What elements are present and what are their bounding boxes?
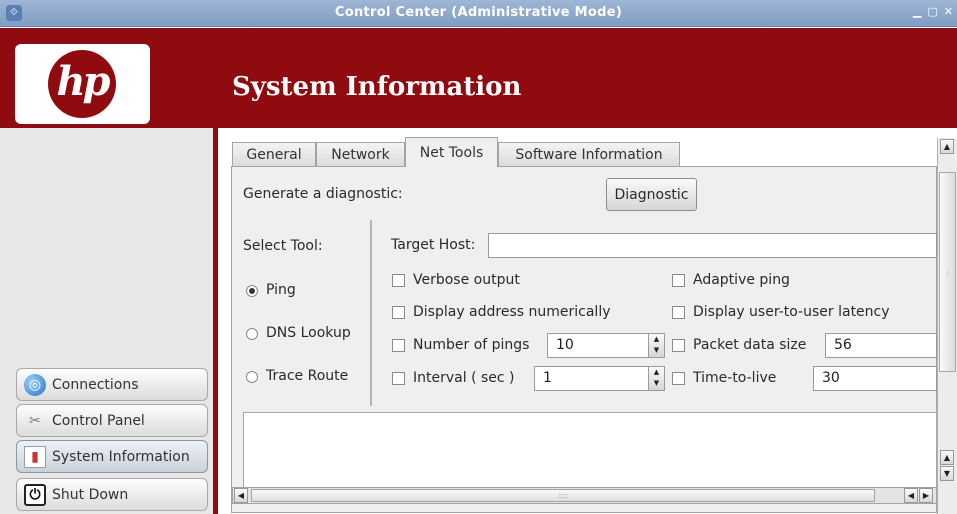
- page-title: System Information: [232, 72, 522, 102]
- vertical-scrollbar[interactable]: ▲ ⋮ ▲ ▼: [937, 138, 957, 514]
- number-of-pings-label: Number of pings: [413, 337, 530, 353]
- interval-stepper[interactable]: 1 ▲ ▼: [534, 366, 665, 391]
- spin-arrows-icon[interactable]: ▲ ▼: [649, 333, 665, 358]
- adaptive-ping-label: Adaptive ping: [693, 272, 790, 288]
- scroll-right-icon[interactable]: ▶: [919, 488, 933, 503]
- numeric-address-label: Display address numerically: [413, 304, 611, 320]
- power-icon: ⏻: [24, 483, 46, 506]
- target-host-input[interactable]: [488, 233, 937, 258]
- sidebar-item-shut-down[interactable]: ⏻ Shut Down: [16, 478, 208, 511]
- sidebar-item-connections[interactable]: ◎ Connections: [16, 368, 208, 401]
- number-of-pings-checkbox[interactable]: [392, 339, 405, 352]
- horizontal-scrollbar[interactable]: ◀ :::: ◀ ▶: [232, 487, 937, 504]
- user-latency-label: Display user-to-user latency: [693, 304, 890, 320]
- window-title: Control Center (Administrative Mode): [334, 5, 623, 20]
- tab-network[interactable]: Network: [316, 142, 405, 167]
- interval-label: Interval ( sec ): [413, 370, 515, 386]
- trace-route-radio[interactable]: [246, 371, 258, 383]
- interval-checkbox[interactable]: [392, 372, 405, 385]
- hp-logo: hp: [15, 44, 150, 124]
- globe-icon: ◎: [24, 373, 46, 396]
- window-titlebar: ⟐ Control Center (Administrative Mode) ▁…: [0, 0, 957, 27]
- sidebar-item-label: Control Panel: [52, 412, 145, 429]
- time-to-live-stepper[interactable]: 30: [813, 366, 937, 391]
- number-of-pings-stepper[interactable]: 10 ▲ ▼: [547, 333, 665, 358]
- sidebar-item-label: Connections: [52, 376, 139, 393]
- trace-route-label: Trace Route: [266, 368, 349, 384]
- vertical-scroll-thumb[interactable]: ⋮: [939, 172, 956, 372]
- user-latency-checkbox[interactable]: [672, 306, 685, 319]
- diagnostic-button[interactable]: Diagnostic: [606, 178, 697, 211]
- scroll-down-icon[interactable]: ▼: [940, 466, 954, 481]
- number-of-pings-value[interactable]: 10: [547, 333, 649, 358]
- system-info-icon: ▮: [24, 445, 46, 468]
- tab-software-information[interactable]: Software Information: [498, 142, 680, 167]
- numeric-address-checkbox[interactable]: [392, 306, 405, 319]
- horizontal-scroll-thumb[interactable]: ::::: [251, 489, 875, 502]
- verbose-output-label: Verbose output: [413, 272, 520, 288]
- sidebar-item-control-panel[interactable]: ✂ Control Panel: [16, 404, 208, 437]
- target-host-label: Target Host:: [391, 237, 476, 253]
- adaptive-ping-checkbox[interactable]: [672, 274, 685, 287]
- interval-value[interactable]: 1: [534, 366, 649, 391]
- spin-arrows-icon[interactable]: ▲ ▼: [649, 366, 665, 391]
- tool-separator: [370, 220, 372, 406]
- tools-icon: ✂: [29, 412, 41, 429]
- tab-net-tools[interactable]: Net Tools: [405, 137, 498, 167]
- ping-label: Ping: [266, 282, 296, 298]
- header-banner: hp System Information: [0, 28, 957, 128]
- scroll-up-icon[interactable]: ▲: [940, 139, 954, 154]
- select-tool-label: Select Tool:: [243, 238, 323, 254]
- time-to-live-value[interactable]: 30: [813, 366, 937, 391]
- sidebar-item-label: System Information: [52, 448, 190, 465]
- scroll-up-icon[interactable]: ▲: [940, 450, 954, 465]
- window-controls: ▁ ▢ ✕: [907, 5, 953, 18]
- packet-data-size-value[interactable]: 56: [825, 333, 937, 358]
- maximize-icon[interactable]: ▢: [927, 5, 937, 18]
- time-to-live-label: Time-to-live: [693, 370, 777, 386]
- close-icon[interactable]: ✕: [944, 5, 953, 18]
- packet-data-size-label: Packet data size: [693, 337, 807, 353]
- ping-radio[interactable]: [246, 285, 258, 297]
- scroll-left-icon[interactable]: ◀: [234, 488, 248, 503]
- tab-general[interactable]: General: [232, 142, 316, 167]
- dns-lookup-radio[interactable]: [246, 328, 258, 340]
- output-area[interactable]: [243, 412, 937, 490]
- minimize-icon[interactable]: ▁: [913, 5, 921, 18]
- scroll-left-icon[interactable]: ◀: [904, 488, 918, 503]
- dns-lookup-label: DNS Lookup: [266, 325, 351, 341]
- packet-data-size-checkbox[interactable]: [672, 339, 685, 352]
- sidebar-item-label: Shut Down: [52, 486, 129, 503]
- diagnostic-label: Generate a diagnostic:: [243, 186, 403, 202]
- time-to-live-checkbox[interactable]: [672, 372, 685, 385]
- sidebar-item-system-information[interactable]: ▮ System Information: [16, 440, 208, 473]
- verbose-output-checkbox[interactable]: [392, 274, 405, 287]
- hp-logo-mark: hp: [48, 50, 116, 118]
- packet-data-size-stepper[interactable]: 56: [825, 333, 937, 358]
